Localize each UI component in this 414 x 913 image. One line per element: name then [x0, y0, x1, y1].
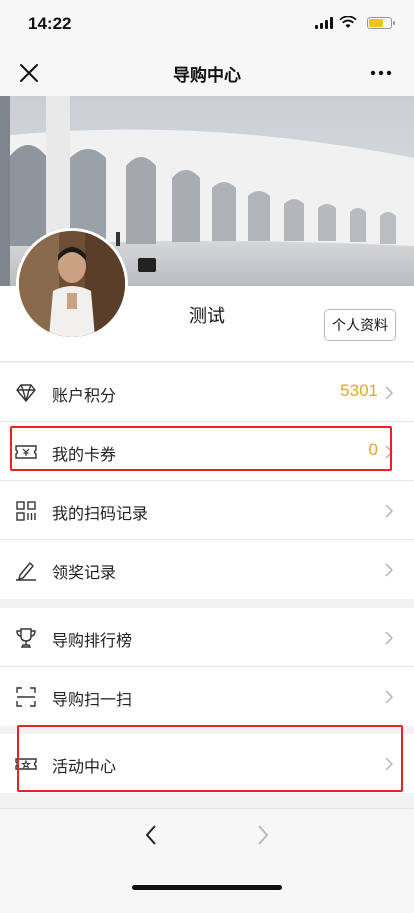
- chevron-right-icon: [385, 563, 394, 577]
- menu-item-coupons[interactable]: 我的卡券 0: [0, 422, 414, 481]
- profile-info-button[interactable]: 个人资料: [324, 309, 396, 341]
- wifi-icon: [339, 16, 357, 28]
- back-arrow-icon[interactable]: [140, 823, 164, 847]
- menu-label: 导购扫一扫: [52, 690, 133, 709]
- status-icons: [315, 16, 395, 29]
- menu-item-points[interactable]: 账户积分 5301: [0, 363, 414, 422]
- points-value: 5301: [340, 381, 378, 400]
- ticket-icon: [15, 758, 37, 770]
- chevron-right-icon: [385, 690, 394, 704]
- diamond-icon: [16, 384, 36, 402]
- chevron-right-icon: [385, 504, 394, 518]
- menu-label: 导购排行榜: [52, 631, 133, 650]
- menu-item-guide-scan[interactable]: 导购扫一扫: [0, 667, 414, 726]
- menu-item-activity-center[interactable]: 活动中心: [0, 734, 414, 793]
- nav-bar: 导购中心: [0, 48, 414, 96]
- coupons-value: 0: [368, 440, 378, 459]
- menu-label: 我的卡券: [52, 445, 117, 464]
- status-time: 14:22: [28, 14, 72, 33]
- menu-label: 领奖记录: [52, 563, 117, 582]
- battery-icon: [367, 16, 395, 29]
- forward-arrow-icon[interactable]: [250, 823, 274, 847]
- menu-item-leaderboard[interactable]: 导购排行榜: [0, 608, 414, 667]
- menu-label: 账户积分: [52, 386, 117, 405]
- menu-group-guide: 导购排行榜 导购扫一扫: [0, 608, 414, 726]
- menu-item-scan-history[interactable]: 我的扫码记录: [0, 481, 414, 540]
- menu-item-prize-records[interactable]: 领奖记录: [0, 540, 414, 599]
- menu-label: 我的扫码记录: [52, 504, 149, 523]
- avatar[interactable]: [16, 228, 128, 340]
- scan-icon: [16, 687, 36, 707]
- pen-icon: [16, 562, 36, 581]
- trophy-icon: [16, 628, 36, 648]
- qr-icon: [16, 501, 36, 521]
- more-icon[interactable]: [366, 60, 396, 86]
- chevron-right-icon: [385, 757, 394, 771]
- coupon-icon: [15, 445, 37, 459]
- chevron-right-icon: [385, 631, 394, 645]
- chevron-right-icon: [385, 386, 394, 400]
- status-bar: 14:22: [0, 0, 414, 48]
- menu-label: 活动中心: [52, 757, 117, 776]
- page-title: 导购中心: [173, 66, 241, 86]
- home-indicator: [132, 885, 282, 890]
- menu-group-activity: 活动中心: [0, 734, 414, 793]
- bottom-toolbar: [0, 808, 414, 913]
- signal-icon: [315, 16, 333, 29]
- menu-group-account: 账户积分 5301 我的卡券 0 我的扫码记录 领奖记录: [0, 363, 414, 599]
- chevron-right-icon: [385, 445, 394, 459]
